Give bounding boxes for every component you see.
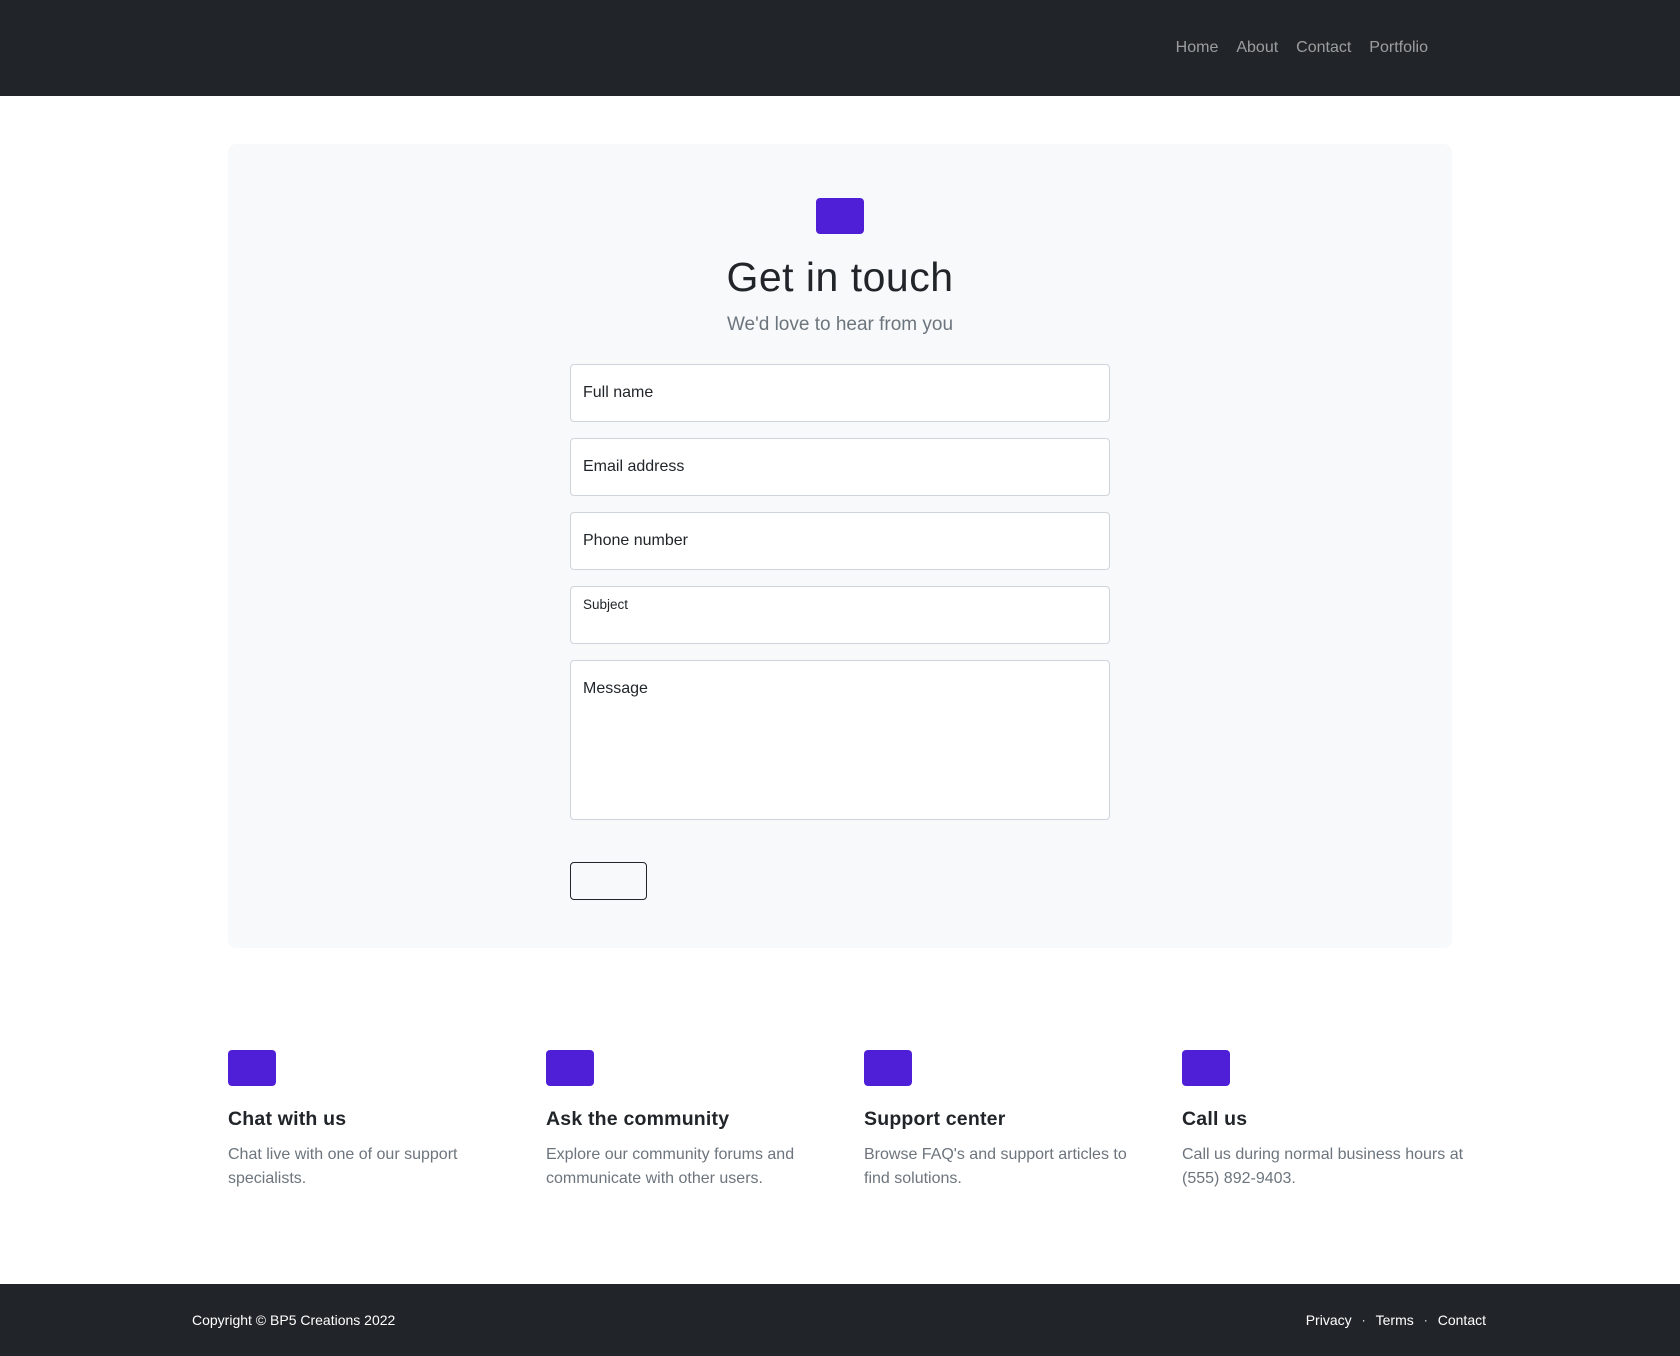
footer-separator: ·	[1361, 1313, 1366, 1327]
nav-link-contact[interactable]: Contact	[1296, 39, 1351, 57]
feature-title: Chat with us	[228, 1108, 347, 1130]
people-icon	[546, 1050, 594, 1086]
message-label: Message	[583, 680, 648, 697]
submit-button[interactable]	[570, 862, 647, 900]
contact-card: Get in touch We'd love to hear from you …	[228, 144, 1452, 948]
chat-icon	[228, 1050, 276, 1086]
feature-community: Ask the community Explore our community …	[546, 1050, 836, 1191]
feature-title: Ask the community	[546, 1108, 730, 1130]
feature-chat: Chat with us Chat live with one of our s…	[228, 1050, 518, 1191]
message-field[interactable]: Message	[570, 660, 1110, 820]
full-name-label: Full name	[583, 384, 654, 401]
feature-description: Explore our community forums and communi…	[546, 1146, 795, 1187]
footer-link-terms[interactable]: Terms	[1376, 1312, 1414, 1328]
nav-link-about[interactable]: About	[1236, 39, 1278, 57]
envelope-icon	[816, 198, 864, 234]
copyright-text: Copyright © BP5 Creations 2022	[192, 1312, 396, 1328]
subject-label: Subject	[583, 597, 629, 612]
footer-link-privacy[interactable]: Privacy	[1306, 1312, 1352, 1328]
footer-links: Privacy · Terms · Contact	[1306, 1284, 1486, 1356]
feature-title: Call us	[1182, 1108, 1248, 1130]
footer-link-contact[interactable]: Contact	[1438, 1312, 1486, 1328]
nav-links: Home About Contact Portfolio	[1176, 0, 1428, 96]
feature-support: Support center Browse FAQ's and support …	[864, 1050, 1154, 1191]
page-title: Get in touch	[726, 254, 954, 300]
feature-description: Chat live with one of our support specia…	[228, 1146, 458, 1187]
feature-description: Call us during normal business hours at …	[1182, 1146, 1464, 1187]
email-label: Email address	[583, 458, 685, 475]
feature-call: Call us Call us during normal business h…	[1182, 1050, 1472, 1191]
footer-separator: ·	[1423, 1313, 1428, 1327]
feature-title: Support center	[864, 1108, 1006, 1130]
top-navbar: Home About Contact Portfolio	[0, 0, 1680, 96]
phone-field[interactable]: Phone number	[570, 512, 1110, 570]
subject-field[interactable]: Subject	[570, 586, 1110, 644]
footer: Copyright © BP5 Creations 2022 Privacy ·…	[0, 1284, 1680, 1356]
nav-link-home[interactable]: Home	[1176, 39, 1219, 57]
question-icon	[864, 1050, 912, 1086]
full-name-field[interactable]: Full name	[570, 364, 1110, 422]
phone-label: Phone number	[583, 532, 688, 549]
nav-link-portfolio[interactable]: Portfolio	[1369, 39, 1428, 57]
phone-icon	[1182, 1050, 1230, 1086]
email-field[interactable]: Email address	[570, 438, 1110, 496]
feature-description: Browse FAQ's and support articles to fin…	[864, 1146, 1127, 1187]
page-subtitle: We'd love to hear from you	[726, 314, 954, 335]
